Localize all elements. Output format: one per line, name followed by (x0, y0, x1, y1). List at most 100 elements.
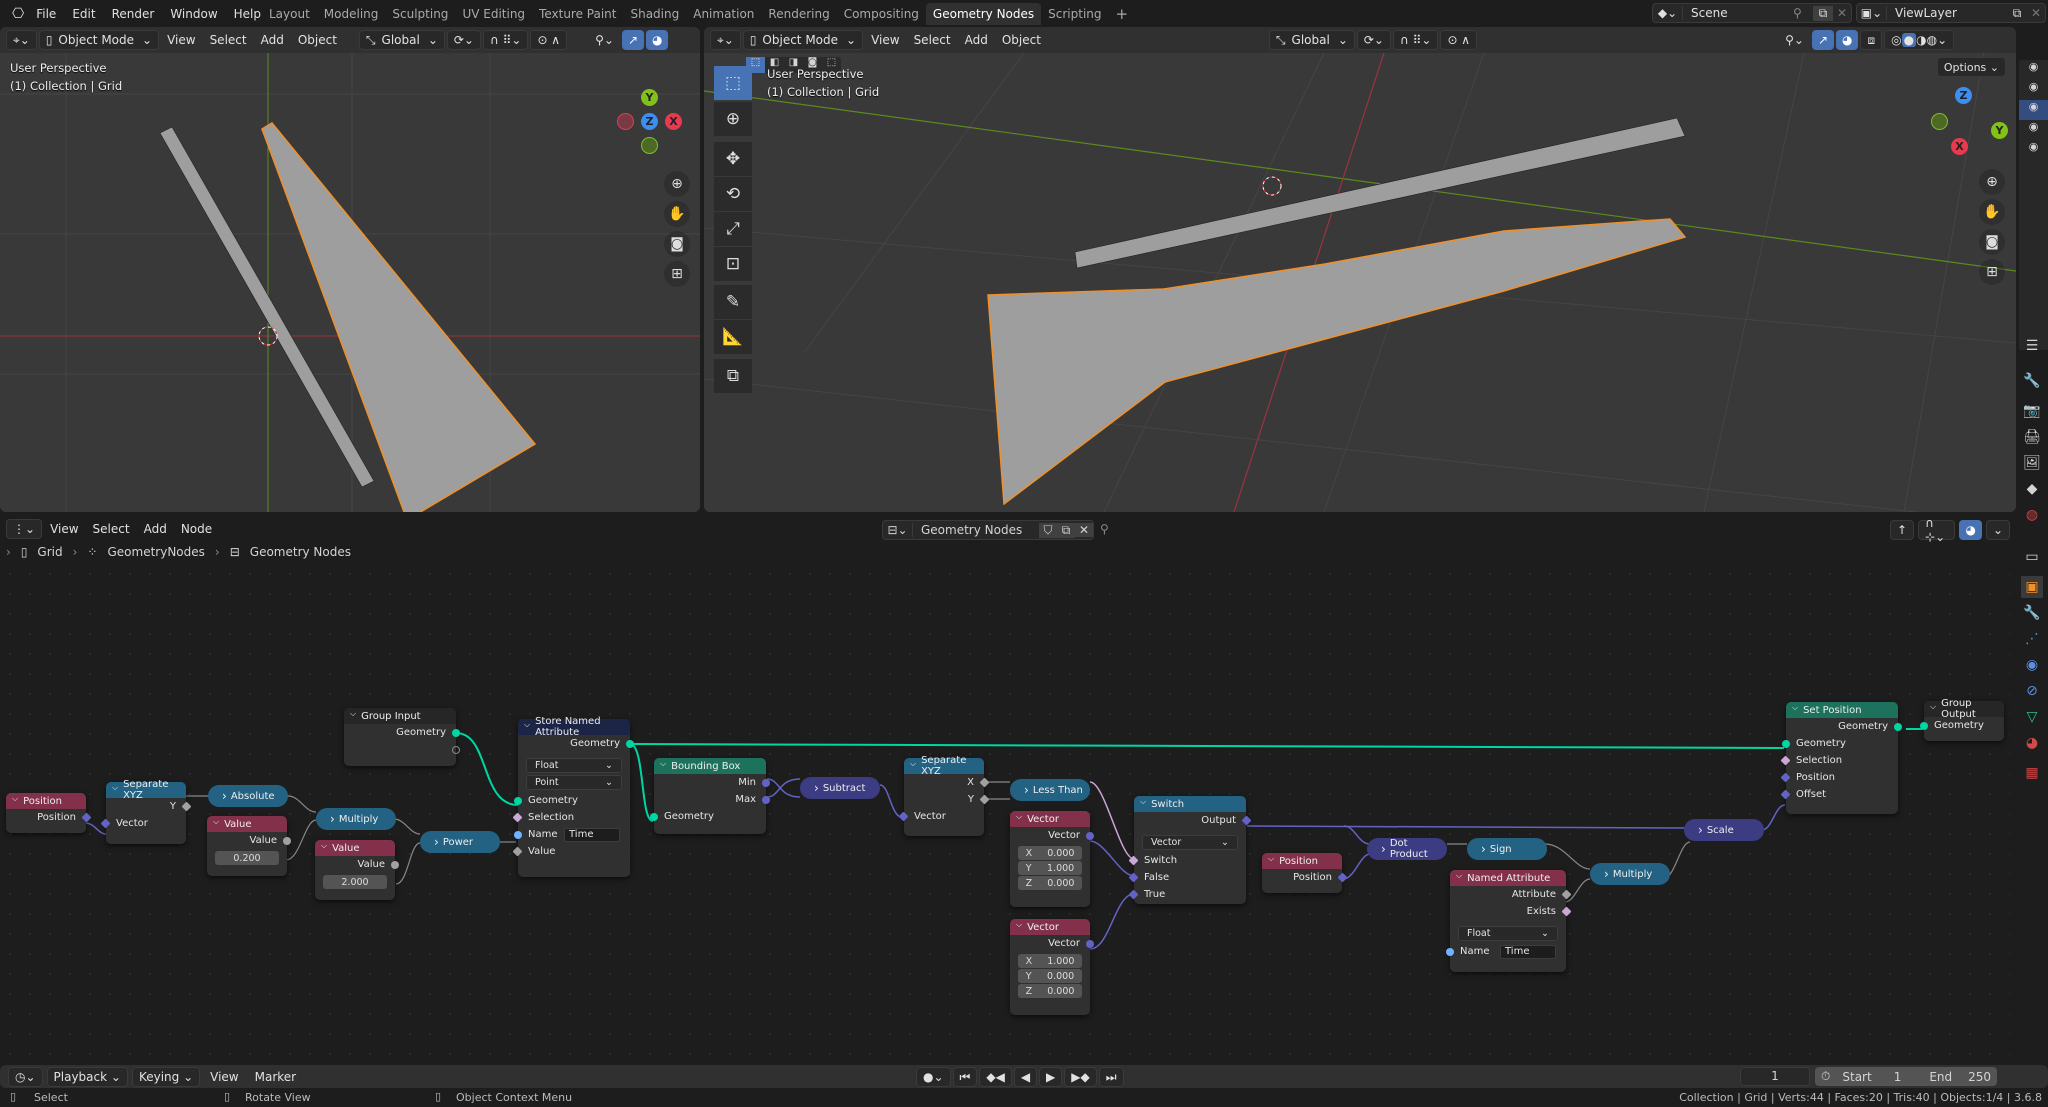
mode-selector[interactable]: ▯ Object Mode ⌄ (38, 30, 160, 50)
snap-toggle[interactable]: ∩ ⠿⌄ (482, 30, 529, 50)
pivot-selector[interactable]: ⟳⌄ (446, 30, 481, 50)
float-socket[interactable] (391, 860, 399, 869)
viewport-left[interactable]: ⌖⌄ ▯ Object Mode ⌄ View Select Add Object … (0, 27, 700, 512)
menu-view[interactable]: View (161, 30, 201, 50)
scene-tab-icon[interactable]: ◆ (2021, 478, 2043, 500)
editor-type-button[interactable]: ⋮⌄ (6, 519, 43, 539)
next-keyframe-icon[interactable]: ▶◆ (1064, 1067, 1097, 1087)
zoom-icon[interactable]: ⊕ (664, 171, 690, 197)
stopwatch-icon[interactable]: ⏱ (1821, 1069, 1830, 1084)
gizmo-x-axis[interactable]: X (1951, 138, 1968, 155)
orientation-selector[interactable]: ⤡ Global ⌄ (358, 30, 445, 50)
particles-tab-icon[interactable]: ⋰ (2021, 628, 2043, 650)
view-layer-tab-icon[interactable]: 🖼 (2021, 452, 2043, 474)
name-field[interactable]: Time (564, 827, 620, 842)
node-store-named-attribute[interactable]: Store Named Attribute Geometry Float ⌄ Po… (512, 716, 634, 877)
blender-logo-icon[interactable]: ⎔ (8, 6, 28, 22)
breadcrumb-node-tree[interactable]: Geometry Nodes (250, 545, 351, 559)
node-editor[interactable]: ⋮⌄ View Select Add Node ⊟⌄ Geometry Node… (0, 516, 2010, 1061)
object-tab-icon[interactable]: ▣ (2021, 576, 2043, 598)
jump-end-icon[interactable]: ⏭ (1098, 1067, 1124, 1087)
geometry-socket[interactable] (1782, 739, 1790, 748)
options-button[interactable]: Options ⌄ (1936, 57, 2006, 77)
properties-toggle-icon[interactable]: ☰ (2021, 335, 2043, 357)
annotate-tool[interactable]: ✎ (714, 285, 752, 319)
float-socket[interactable] (283, 836, 291, 845)
geometry-socket[interactable] (452, 728, 460, 737)
parent-node-tree-icon[interactable]: ↑ (1890, 520, 1915, 540)
new-scene-icon[interactable]: ⧉ (1813, 5, 1833, 21)
zoom-icon[interactable]: ⊕ (1979, 169, 2005, 195)
vector-x-field[interactable]: X 0.000 (1018, 846, 1082, 860)
tab-texture-paint[interactable]: Texture Paint (532, 3, 623, 25)
node-bounding-box[interactable]: Bounding Box Min Max Geometry (650, 758, 770, 834)
gizmo-neg-y[interactable] (641, 137, 658, 154)
menu-add[interactable]: Add (959, 30, 994, 50)
shading-modes[interactable]: ◎ ● ◑ ◍ ⌄ (1884, 30, 1955, 50)
gizmo-x-axis[interactable]: X (665, 113, 682, 130)
node-group-input[interactable]: Group Input Geometry (344, 708, 460, 766)
menu-add[interactable]: Add (138, 519, 173, 539)
menu-window[interactable]: Window (162, 7, 225, 21)
duplicate-icon[interactable]: ⧉ (1057, 522, 1075, 538)
material-tab-icon[interactable]: ◕ (2021, 732, 2043, 754)
vector-x-field[interactable]: X 1.000 (1018, 954, 1082, 968)
playback-menu[interactable]: Playback ⌄ (46, 1066, 128, 1087)
vector-socket[interactable] (762, 778, 770, 787)
camera-icon[interactable]: ◙ (1979, 229, 2005, 255)
node-absolute[interactable]: Absolute (208, 785, 288, 807)
node-dot-product[interactable]: Dot Product (1367, 838, 1447, 860)
overlay-toggle[interactable]: ◕ (646, 30, 669, 50)
add-cube-tool[interactable]: ⧉ (714, 359, 752, 393)
vector-y-field[interactable]: Y 1.000 (1018, 861, 1082, 875)
node-position[interactable]: Position Position (6, 793, 92, 833)
vector-socket[interactable] (762, 795, 770, 804)
name-field[interactable]: Time (1500, 944, 1556, 959)
node-power[interactable]: Power (420, 831, 500, 853)
node-sign[interactable]: Sign (1467, 838, 1547, 860)
node-value[interactable]: Value Value 0.200 (207, 816, 291, 876)
scale-tool[interactable]: ⤢ (714, 212, 752, 246)
gizmo-toggle[interactable]: ↗ (621, 30, 644, 50)
gizmo-y-axis[interactable]: Y (641, 89, 658, 106)
domain-dropdown[interactable]: Point ⌄ (526, 775, 622, 790)
modifier-tab-icon[interactable]: 🔧 (2021, 602, 2043, 624)
node-subtract[interactable]: Subtract (800, 777, 880, 799)
tab-compositing[interactable]: Compositing (837, 3, 926, 25)
vector-socket[interactable] (1086, 831, 1094, 840)
output-tab-icon[interactable]: 🖨 (2021, 426, 2043, 448)
play-icon[interactable]: ▶ (1039, 1067, 1063, 1087)
view-layer-name[interactable]: ViewLayer (1887, 6, 2007, 20)
rendered-shading-icon[interactable]: ◍ (1927, 33, 1937, 47)
xray-toggle[interactable]: ⧈ (1860, 30, 1883, 50)
visibility-button[interactable]: ⚲⌄ (1779, 30, 1810, 50)
tool-tab-icon[interactable]: 🔧 (2021, 370, 2043, 392)
menu-add[interactable]: Add (255, 30, 290, 50)
play-reverse-icon[interactable]: ◀ (1013, 1067, 1038, 1087)
editor-type-button[interactable]: ⌖⌄ (6, 30, 37, 50)
orientation-selector[interactable]: ⤡ Global ⌄ (1268, 30, 1355, 50)
fake-user-icon[interactable]: ⛉ (1039, 522, 1057, 538)
visibility-eye-icon[interactable]: ◉ (2019, 60, 2048, 80)
delete-scene-icon[interactable]: ✕ (1833, 6, 1851, 20)
tab-layout[interactable]: Layout (262, 3, 317, 25)
editor-type-button[interactable]: ◷⌄ (8, 1066, 43, 1087)
node-vector[interactable]: Vector Vector X 0.000 Y 1.000 Z 0.000 (1010, 811, 1094, 907)
node-named-attribute[interactable]: Named Attribute Attribute Exists Float⌄ … (1446, 870, 1572, 972)
overlay-toggle[interactable]: ◕ (1959, 520, 1982, 540)
scene-name[interactable]: Scene (1683, 6, 1793, 20)
gizmo-toggle[interactable]: ↗ (1811, 30, 1834, 50)
auto-keying-toggle[interactable]: ●⌄ (916, 1067, 951, 1087)
tab-rendering[interactable]: Rendering (761, 3, 836, 25)
gizmo-neg-x[interactable] (617, 113, 634, 130)
node-group-output[interactable]: Group Output Geometry (1920, 698, 2004, 741)
pan-hand-icon[interactable]: ✋ (1979, 199, 2005, 225)
geometry-socket[interactable] (650, 812, 658, 821)
constraints-tab-icon[interactable]: ⊘ (2021, 680, 2043, 702)
node-position[interactable]: Position Position (1262, 853, 1348, 893)
node-vector[interactable]: Vector Vector X 1.000 Y 0.000 Z 0.000 (1010, 919, 1094, 1015)
menu-edit[interactable]: Edit (64, 7, 103, 21)
geometry-socket[interactable] (1920, 721, 1928, 730)
empty-socket[interactable] (452, 745, 460, 754)
visibility-eye-icon[interactable]: ◉ (2019, 120, 2048, 140)
